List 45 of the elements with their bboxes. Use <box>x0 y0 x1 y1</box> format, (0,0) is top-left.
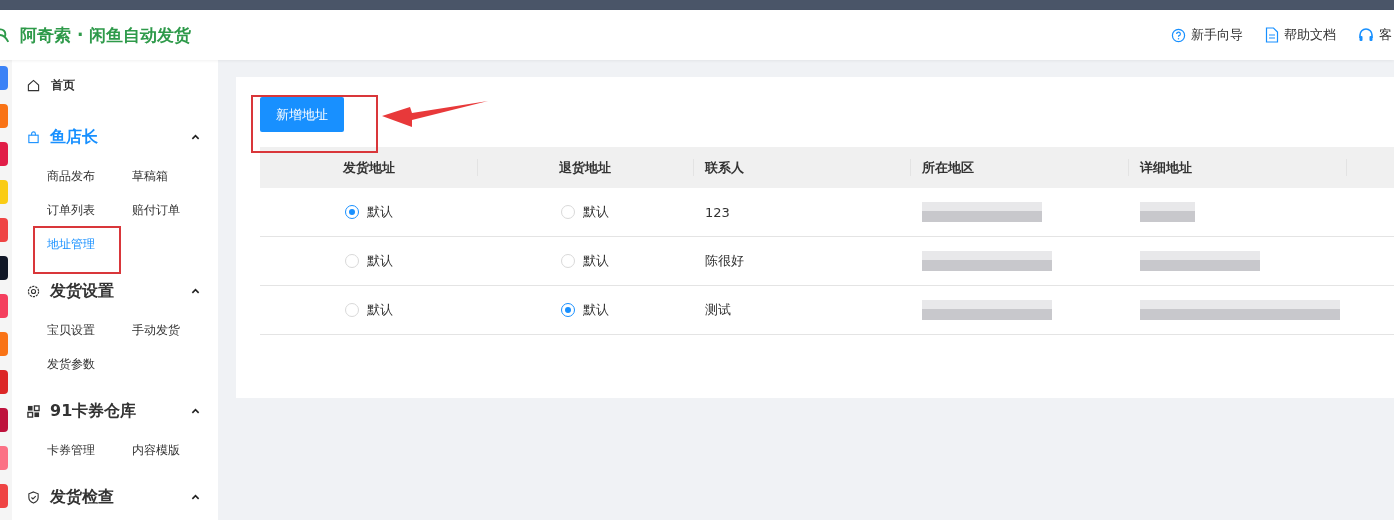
caret-icon <box>191 132 200 142</box>
caret-icon <box>191 286 200 296</box>
app-title: 阿奇索 · 闲鱼自动发货 <box>20 23 192 47</box>
caret-icon <box>191 406 200 416</box>
default-radio[interactable]: 默认 <box>561 251 609 270</box>
default-radio[interactable]: 默认 <box>344 300 393 319</box>
menu-group-header[interactable]: 发货检查 <box>12 481 218 513</box>
menu-item[interactable]: 商品发布 <box>47 159 132 193</box>
document-icon <box>1265 27 1279 43</box>
home-icon <box>27 78 40 92</box>
menu-item[interactable]: 赔付订单 <box>132 193 217 227</box>
default-radio[interactable]: 默认 <box>344 202 393 221</box>
column-header: 退货地址 <box>559 159 611 175</box>
column-header: 联系人 <box>705 159 744 175</box>
grid-icon <box>27 404 40 418</box>
header-link[interactable]: 客 <box>1358 26 1392 44</box>
menu-item[interactable]: 草稿箱 <box>132 159 217 193</box>
settings-icon <box>27 284 40 298</box>
table-cell: 陈很好 <box>705 253 744 268</box>
logo-icon <box>0 25 10 45</box>
menu-item[interactable]: 卡券管理 <box>47 433 132 467</box>
blurred-text <box>1140 202 1195 222</box>
column-header: 所在地区 <box>922 159 974 175</box>
menu-item[interactable]: 发货参数 <box>47 347 132 381</box>
column-header: 详细地址 <box>1140 159 1192 175</box>
caret-icon <box>191 492 200 502</box>
headset-icon <box>1358 27 1374 43</box>
default-radio[interactable]: 默认 <box>344 251 393 270</box>
menu-group-header[interactable]: 91卡券仓库 <box>12 395 218 427</box>
table-cell: 测试 <box>705 302 731 317</box>
help-icon <box>1171 27 1186 43</box>
header-link[interactable]: 新手向导 <box>1171 26 1243 44</box>
default-radio[interactable]: 默认 <box>561 202 609 221</box>
menu-item[interactable]: 手动发货 <box>132 313 217 347</box>
column-header: 发货地址 <box>342 159 395 175</box>
menu-item[interactable]: 订单列表 <box>47 193 132 227</box>
header-link[interactable]: 帮助文档 <box>1265 26 1336 44</box>
bag-icon <box>27 130 40 144</box>
menu-group-header[interactable]: 发货设置 <box>12 275 218 307</box>
table-cell: 123 <box>705 204 730 220</box>
shield-icon <box>27 490 40 504</box>
home-nav-item[interactable]: 首页 <box>12 74 218 96</box>
default-radio[interactable]: 默认 <box>561 300 609 319</box>
menu-item[interactable]: 内容模版 <box>132 433 217 467</box>
menu-item[interactable]: 宝贝设置 <box>47 313 132 347</box>
